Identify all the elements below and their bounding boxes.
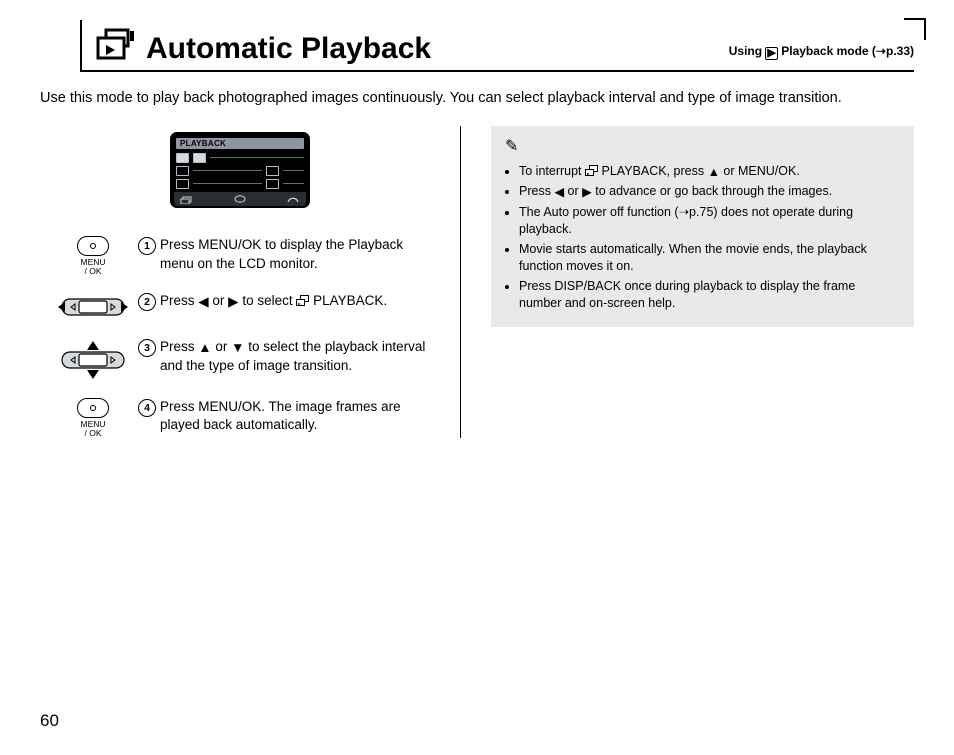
step-1-button-illustration: MENU / OK <box>48 236 138 276</box>
step-3-button-illustration <box>48 338 138 382</box>
page-number: 60 <box>40 711 59 731</box>
step-2-text: Press ◀ or ▶ to select PLAYBACK. <box>160 292 440 322</box>
ok-label: / OK <box>84 267 101 276</box>
menu-ok-button-icon <box>77 236 109 256</box>
right-column: ✎ To interrupt PLAYBACK, press ▲ or MENU… <box>460 126 914 438</box>
step-number-1: 1 <box>138 237 156 255</box>
notes-list: To interrupt PLAYBACK, press ▲ or MENU/O… <box>505 163 900 313</box>
header-mode-ref: Using ▶ Playback mode (➝p.33) <box>729 44 914 64</box>
playback-mode-icon: ▶ <box>765 47 777 60</box>
lcd-menu-title: PLAYBACK <box>176 138 304 149</box>
step-number-3: 3 <box>138 339 156 357</box>
manual-page: Automatic Playback Using ▶ Playback mode… <box>0 0 954 755</box>
step-4-text: Press MENU/OK. The image frames are play… <box>160 398 440 438</box>
note-item: Movie starts automatically. When the mov… <box>519 241 900 276</box>
step-4-button-illustration: MENU / OK <box>48 398 138 438</box>
content-block: Automatic Playback Using ▶ Playback mode… <box>80 20 914 72</box>
lcd-nav-left-icon <box>180 194 194 204</box>
ok-label: / OK <box>84 429 101 438</box>
dpad-up-down-icon <box>53 338 133 382</box>
up-arrow-icon: ▲ <box>708 164 720 182</box>
right-arrow-icon: ▶ <box>228 293 238 311</box>
lcd-screen-illustration: PLAYBACK <box>170 132 310 208</box>
left-arrow-icon: ◀ <box>198 293 208 311</box>
right-arrow-icon: ▶ <box>582 184 592 202</box>
down-arrow-icon: ▼ <box>231 339 244 357</box>
title-bar: Automatic Playback Using ▶ Playback mode… <box>82 20 914 72</box>
note-item: To interrupt PLAYBACK, press ▲ or MENU/O… <box>519 163 900 182</box>
step-3-text: Press ▲ or ▼ to select the playback inte… <box>160 338 440 382</box>
two-column-layout: PLAYBACK MENU / OK <box>40 126 914 438</box>
slideshow-small-icon <box>585 165 598 176</box>
intro-paragraph: Use this mode to play back photographed … <box>40 88 914 108</box>
slideshow-small-icon <box>296 295 309 306</box>
left-arrow-icon: ◀ <box>554 184 564 202</box>
menu-ok-button-icon <box>77 398 109 418</box>
note-item: The Auto power off function (➝p.75) does… <box>519 204 900 239</box>
step-number-2: 2 <box>138 293 156 311</box>
header-right-post: Playback mode (➝p.33) <box>778 44 914 58</box>
slideshow-stack-icon <box>92 28 136 64</box>
lcd-illustration-wrap: PLAYBACK <box>40 132 440 208</box>
note-pencil-icon: ✎ <box>505 136 900 158</box>
step-2-button-illustration <box>48 292 138 322</box>
lcd-nav-mid-icon <box>233 194 247 204</box>
dpad-left-right-icon <box>53 292 133 322</box>
step-1-text: Press MENU/OK to display the Playback me… <box>160 236 440 276</box>
up-arrow-icon: ▲ <box>198 339 211 357</box>
header-right-pre: Using <box>729 44 766 58</box>
note-item: Press ◀ or ▶ to advance or go back throu… <box>519 183 900 202</box>
step-number-4: 4 <box>138 399 156 417</box>
notes-box: ✎ To interrupt PLAYBACK, press ▲ or MENU… <box>491 126 914 326</box>
note-item: Press DISP/BACK once during playback to … <box>519 278 900 313</box>
steps-list: MENU / OK 1 Press MENU/OK to display the… <box>48 236 440 438</box>
lcd-nav-right-icon <box>286 194 300 204</box>
left-column: PLAYBACK MENU / OK <box>40 126 460 438</box>
page-title: Automatic Playback <box>146 33 729 65</box>
